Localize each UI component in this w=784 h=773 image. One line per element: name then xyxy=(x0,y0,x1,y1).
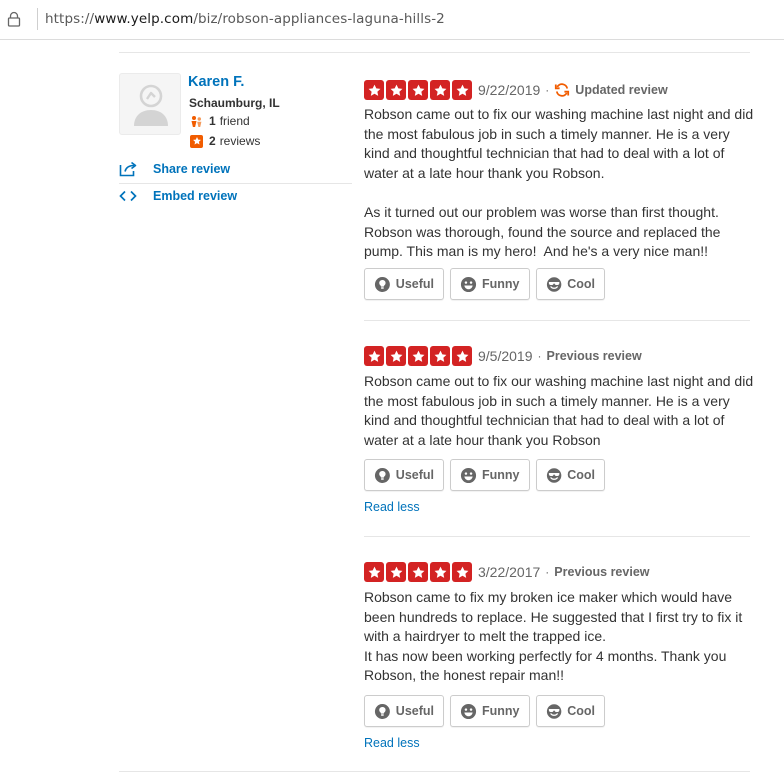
smile-icon xyxy=(460,703,477,720)
star-icon xyxy=(430,562,450,582)
star-rating xyxy=(364,80,472,100)
lock-icon xyxy=(7,11,21,27)
star-icon xyxy=(386,346,406,366)
star-icon xyxy=(452,80,472,100)
embed-review-link[interactable]: Embed review xyxy=(119,188,237,204)
user-friends: 1 friend xyxy=(190,114,250,128)
useful-button[interactable]: Useful xyxy=(364,695,444,727)
review-label: Updated review xyxy=(575,83,668,97)
review-text: Robson came out to fix our washing machi… xyxy=(364,373,758,448)
funny-label: Funny xyxy=(482,277,520,291)
useful-label: Useful xyxy=(395,277,434,291)
read-less-link[interactable]: Read less xyxy=(364,736,420,750)
share-icon xyxy=(119,161,137,177)
reviews-label: reviews xyxy=(219,134,261,148)
useful-button[interactable]: Useful xyxy=(364,268,444,300)
sunglasses-icon xyxy=(546,276,562,293)
star-icon xyxy=(408,80,428,100)
smile-icon xyxy=(460,467,477,484)
lightbulb-icon xyxy=(374,467,391,484)
refresh-icon xyxy=(555,83,570,97)
review-label: Previous review xyxy=(554,565,650,579)
review-star-icon xyxy=(190,134,203,148)
review-divider xyxy=(364,320,750,321)
star-icon xyxy=(452,562,472,582)
sunglasses-icon xyxy=(546,467,562,484)
user-location: Schaumburg, IL xyxy=(189,96,280,110)
actions-divider xyxy=(119,183,352,184)
friends-count: 1 xyxy=(209,114,216,128)
review-header: 3/22/2017 · Previous review xyxy=(364,562,650,582)
smile-icon xyxy=(460,276,477,293)
cool-label: Cool xyxy=(567,704,595,718)
review-header: 9/22/2019 · Updated review xyxy=(364,80,668,100)
funny-label: Funny xyxy=(482,468,520,482)
cool-button[interactable]: Cool xyxy=(536,695,605,727)
lightbulb-icon xyxy=(374,703,391,720)
url-text[interactable]: https://www.yelp.com/biz/robson-applianc… xyxy=(45,11,445,27)
friends-icon xyxy=(191,115,202,127)
read-less-link[interactable]: Read less xyxy=(364,500,420,514)
review-date: 9/5/2019 xyxy=(478,348,533,364)
star-icon xyxy=(364,80,384,100)
funny-button[interactable]: Funny xyxy=(450,459,530,491)
url-path: /biz/robson-appliances-laguna-hills-2 xyxy=(193,11,445,27)
lightbulb-icon xyxy=(374,276,391,293)
review-date: 9/22/2019 xyxy=(478,82,541,98)
sunglasses-icon xyxy=(546,703,562,720)
address-divider xyxy=(37,8,38,30)
star-icon xyxy=(430,80,450,100)
address-bar[interactable]: https://www.yelp.com/biz/robson-applianc… xyxy=(0,0,784,40)
updated-review-badge: Updated review xyxy=(554,82,668,98)
default-avatar-icon xyxy=(134,84,168,126)
vote-buttons: Useful Funny Cool xyxy=(364,268,605,300)
separator-dot: · xyxy=(537,349,542,363)
url-domain: www.yelp.com xyxy=(94,11,194,27)
top-divider xyxy=(119,52,750,53)
star-icon xyxy=(364,562,384,582)
useful-label: Useful xyxy=(395,704,434,718)
review-date: 3/22/2017 xyxy=(478,564,541,580)
star-icon xyxy=(386,562,406,582)
funny-button[interactable]: Funny xyxy=(450,695,530,727)
star-icon xyxy=(408,346,428,366)
cool-label: Cool xyxy=(567,277,595,291)
star-icon xyxy=(430,346,450,366)
avatar[interactable] xyxy=(119,73,181,135)
useful-label: Useful xyxy=(395,468,434,482)
url-scheme: https:// xyxy=(45,11,95,27)
friends-label: friend xyxy=(219,114,250,128)
embed-review-label: Embed review xyxy=(153,189,238,203)
user-reviews: 2 reviews xyxy=(190,134,260,148)
funny-label: Funny xyxy=(482,704,520,718)
review-header: 9/5/2019 · Previous review xyxy=(364,346,642,366)
star-icon xyxy=(452,346,472,366)
star-icon xyxy=(364,346,384,366)
embed-code-icon xyxy=(119,190,137,202)
review-text: Robson came to fix my broken ice maker w… xyxy=(364,589,743,684)
separator-dot: · xyxy=(545,83,550,97)
review-text: Robson came out to fix our washing machi… xyxy=(364,106,754,260)
star-rating xyxy=(364,562,472,582)
user-name[interactable]: Karen F. xyxy=(188,74,244,90)
cool-button[interactable]: Cool xyxy=(536,459,605,491)
cool-label: Cool xyxy=(567,468,595,482)
review-divider xyxy=(364,536,750,537)
bottom-divider xyxy=(119,771,750,772)
useful-button[interactable]: Useful xyxy=(364,459,444,491)
review-label: Previous review xyxy=(546,349,642,363)
separator-dot: · xyxy=(545,565,550,579)
star-icon xyxy=(386,80,406,100)
cool-button[interactable]: Cool xyxy=(536,268,605,300)
star-icon xyxy=(408,562,428,582)
funny-button[interactable]: Funny xyxy=(450,268,530,300)
share-review-label: Share review xyxy=(153,162,231,176)
vote-buttons: Useful Funny Cool xyxy=(364,459,605,491)
reviews-count: 2 xyxy=(209,134,216,148)
share-review-link[interactable]: Share review xyxy=(119,161,230,177)
star-rating xyxy=(364,346,472,366)
vote-buttons: Useful Funny Cool xyxy=(364,695,605,727)
